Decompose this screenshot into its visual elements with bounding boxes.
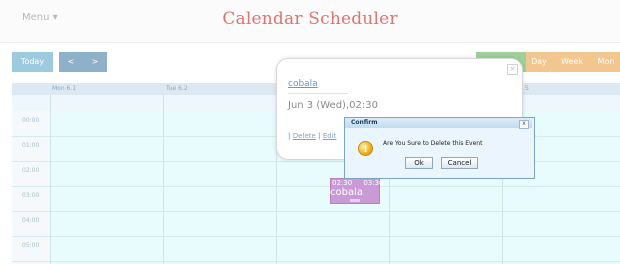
popup-actions: | Delete | Edit bbox=[288, 132, 337, 140]
event-time: 02:30 03:30 bbox=[332, 179, 384, 187]
popup-close-icon[interactable]: × bbox=[507, 64, 518, 75]
time-label: 01:00 bbox=[22, 142, 40, 149]
next-button[interactable]: > bbox=[83, 52, 107, 72]
popup-divider bbox=[288, 93, 348, 94]
column-header-tue[interactable]: Tue 6.2 bbox=[166, 85, 188, 92]
hour-line bbox=[12, 236, 620, 237]
hour-line bbox=[12, 211, 620, 212]
popup-delete-link[interactable]: Delete bbox=[293, 132, 316, 140]
time-label: 04:00 bbox=[22, 217, 40, 224]
dialog-title: Confirm bbox=[351, 119, 378, 126]
event-title: cobala bbox=[330, 187, 363, 198]
month-view-button[interactable]: Mon bbox=[592, 52, 620, 72]
time-label: 02:00 bbox=[22, 167, 40, 174]
time-label: 03:00 bbox=[22, 192, 40, 199]
dialog-message: Are You Sure to Delete this Event bbox=[383, 140, 483, 147]
popup-event-name[interactable]: cobala bbox=[288, 79, 318, 89]
column-header-mon[interactable]: Mon 6.1 bbox=[52, 85, 76, 92]
column-divider bbox=[163, 95, 164, 264]
popup-edit-link[interactable]: Edit bbox=[323, 132, 337, 140]
column-divider bbox=[50, 95, 51, 264]
today-button[interactable]: Today bbox=[12, 52, 53, 72]
cancel-button[interactable]: Cancel bbox=[441, 157, 478, 169]
week-view-button[interactable]: Week bbox=[552, 52, 592, 72]
popup-event-datetime: Jun 3 (Wed),02:30 bbox=[288, 100, 378, 111]
prev-button[interactable]: < bbox=[59, 52, 83, 72]
day-view-button[interactable]: Day bbox=[526, 52, 552, 72]
column-header-partial[interactable]: 5 bbox=[525, 85, 529, 92]
time-label: 05:00 bbox=[22, 242, 40, 249]
hour-line bbox=[12, 186, 620, 187]
ok-button[interactable]: Ok bbox=[405, 157, 433, 169]
warning-icon: ! bbox=[358, 141, 373, 156]
time-label: 00:00 bbox=[22, 117, 40, 124]
dialog-close-icon[interactable]: x bbox=[519, 120, 529, 129]
hour-line bbox=[12, 261, 620, 262]
page-title: Calendar Scheduler bbox=[222, 9, 398, 29]
event-resize-handle[interactable] bbox=[350, 199, 360, 202]
